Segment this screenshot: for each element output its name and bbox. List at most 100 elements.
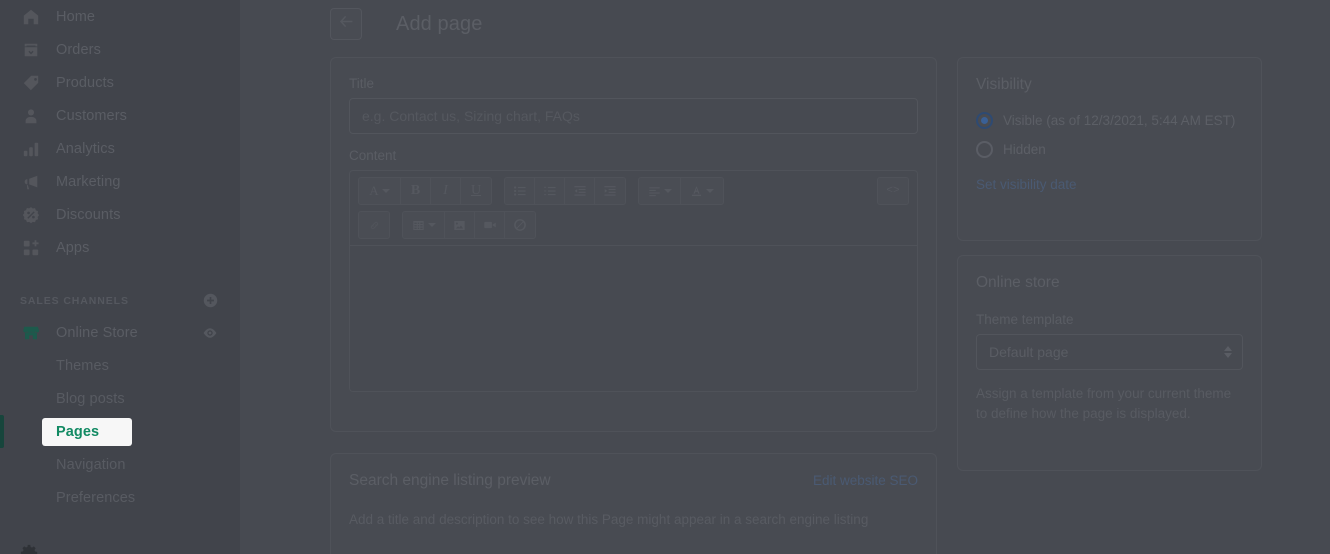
underline-button[interactable]: U	[461, 178, 491, 204]
align-left-icon	[648, 185, 661, 198]
sidebar: Home Orders Products Customers Analytics…	[0, 0, 240, 554]
radio-hidden[interactable]	[976, 141, 993, 158]
radio-visible-label: Visible (as of 12/3/2021, 5:44 AM EST)	[1003, 113, 1236, 128]
chevron-down-icon	[381, 189, 390, 193]
italic-button[interactable]: I	[431, 178, 461, 204]
sidebar-item-label: Apps	[56, 239, 90, 256]
font-a-icon: A	[369, 183, 379, 198]
bold-b-icon: B	[410, 183, 421, 198]
sidebar-item-preferences[interactable]: Preferences	[0, 481, 240, 514]
font-style-dropdown[interactable]: A	[359, 178, 401, 204]
bullet-list-icon	[513, 184, 527, 198]
title-input[interactable]: e.g. Contact us, Sizing chart, FAQs	[349, 98, 918, 134]
sidebar-item-customers[interactable]: Customers	[0, 99, 240, 132]
eye-icon[interactable]	[200, 323, 220, 343]
toolbar-group-text-style: A B I U	[358, 177, 492, 205]
sidebar-item-home[interactable]: Home	[0, 0, 240, 33]
align-dropdown[interactable]	[639, 178, 681, 204]
sidebar-item-label: Home	[56, 8, 96, 25]
home-icon	[20, 6, 42, 28]
video-icon	[483, 218, 497, 232]
table-icon	[412, 219, 425, 232]
sidebar-item-blog-posts[interactable]: Blog posts	[0, 382, 240, 415]
no-entry-icon	[513, 218, 527, 232]
link-icon	[368, 219, 381, 232]
sidebar-section-sales-channels: SALES CHANNELS	[0, 292, 240, 310]
code-view-button[interactable]: <>	[878, 178, 908, 204]
sidebar-item-label: Products	[56, 74, 115, 91]
sidebar-item-label: Navigation	[56, 456, 126, 473]
visibility-option-visible[interactable]: Visible (as of 12/3/2021, 5:44 AM EST)	[976, 112, 1243, 129]
sidebar-item-label: Customers	[56, 107, 127, 124]
insert-table-dropdown[interactable]	[403, 212, 445, 238]
seo-card-body-text: Add a title and description to see how t…	[349, 512, 869, 527]
sidebar-item-label: Discounts	[56, 206, 121, 223]
arrow-left-icon	[338, 13, 355, 35]
title-input-placeholder: e.g. Contact us, Sizing chart, FAQs	[362, 108, 580, 124]
online-store-card-title: Online store	[976, 274, 1060, 291]
sidebar-item-label: Orders	[56, 41, 101, 58]
radio-visible[interactable]	[976, 112, 993, 129]
insert-link-button[interactable]	[359, 212, 389, 238]
analytics-bars-icon	[20, 138, 42, 160]
text-color-dropdown[interactable]	[681, 178, 723, 204]
sidebar-item-label: Online Store	[56, 324, 138, 341]
section-title: SALES CHANNELS	[20, 295, 129, 307]
settings-icon[interactable]	[20, 544, 42, 554]
seo-preview-card: Search engine listing preview Edit websi…	[330, 453, 937, 554]
theme-template-label: Theme template	[976, 312, 1074, 327]
bold-button[interactable]: B	[401, 178, 431, 204]
outdent-button[interactable]	[565, 178, 595, 204]
set-visibility-date-link[interactable]: Set visibility date	[976, 177, 1077, 192]
sidebar-item-label: Analytics	[56, 140, 115, 157]
discounts-percent-icon	[20, 204, 42, 226]
plus-circle-icon[interactable]	[200, 290, 220, 310]
toolbar-group-lists	[504, 177, 626, 205]
sidebar-item-marketing[interactable]: Marketing	[0, 165, 240, 198]
page-title: Add page	[396, 12, 483, 35]
underline-u-icon: U	[470, 183, 482, 198]
italic-i-icon: I	[443, 183, 448, 198]
sidebar-item-discounts[interactable]: Discounts	[0, 198, 240, 231]
seo-card-title: Search engine listing preview	[349, 472, 551, 489]
chevron-down-icon	[706, 189, 714, 193]
sidebar-item-pages[interactable]: Pages	[42, 418, 132, 446]
orders-icon	[20, 39, 42, 61]
online-store-card: Online store Theme template Default page…	[957, 255, 1262, 471]
edit-website-seo-link[interactable]: Edit website SEO	[813, 473, 918, 488]
toolbar-group-code: <>	[877, 177, 909, 205]
sidebar-item-themes[interactable]: Themes	[0, 349, 240, 382]
sidebar-item-orders[interactable]: Orders	[0, 33, 240, 66]
visibility-option-hidden[interactable]: Hidden	[976, 141, 1243, 158]
numbered-list-button[interactable]	[535, 178, 565, 204]
sidebar-item-products[interactable]: Products	[0, 66, 240, 99]
sidebar-item-label: Preferences	[56, 489, 136, 506]
editor-content-area[interactable]	[350, 245, 917, 391]
active-nav-accent-bar	[0, 415, 4, 448]
app-root: Home Orders Products Customers Analytics…	[0, 0, 1330, 554]
back-button[interactable]	[330, 8, 362, 40]
theme-template-selected-value: Default page	[989, 344, 1069, 360]
storefront-icon	[20, 322, 42, 344]
theme-template-select[interactable]: Default page	[976, 334, 1243, 370]
customers-person-icon	[20, 105, 42, 127]
insert-image-button[interactable]	[445, 212, 475, 238]
sidebar-item-apps[interactable]: Apps	[0, 231, 240, 264]
editor-toolbar-row-2	[350, 211, 917, 245]
outdent-icon	[573, 184, 587, 198]
visibility-card-title: Visibility	[976, 76, 1032, 93]
sidebar-item-navigation[interactable]: Navigation	[0, 448, 240, 481]
indent-button[interactable]	[595, 178, 625, 204]
sidebar-item-label: Blog posts	[56, 390, 125, 407]
insert-video-button[interactable]	[475, 212, 505, 238]
editor-toolbar-row-1: A B I U <>	[350, 171, 917, 211]
sidebar-item-label: Marketing	[56, 173, 121, 190]
bulleted-list-button[interactable]	[505, 178, 535, 204]
sidebar-item-label: Pages	[56, 424, 100, 440]
toolbar-group-align-color	[638, 177, 724, 205]
sidebar-item-analytics[interactable]: Analytics	[0, 132, 240, 165]
chevron-down-icon	[427, 223, 436, 227]
numbered-list-icon	[543, 184, 557, 198]
code-brackets-icon: <>	[886, 185, 900, 197]
clear-formatting-button[interactable]	[505, 212, 535, 238]
